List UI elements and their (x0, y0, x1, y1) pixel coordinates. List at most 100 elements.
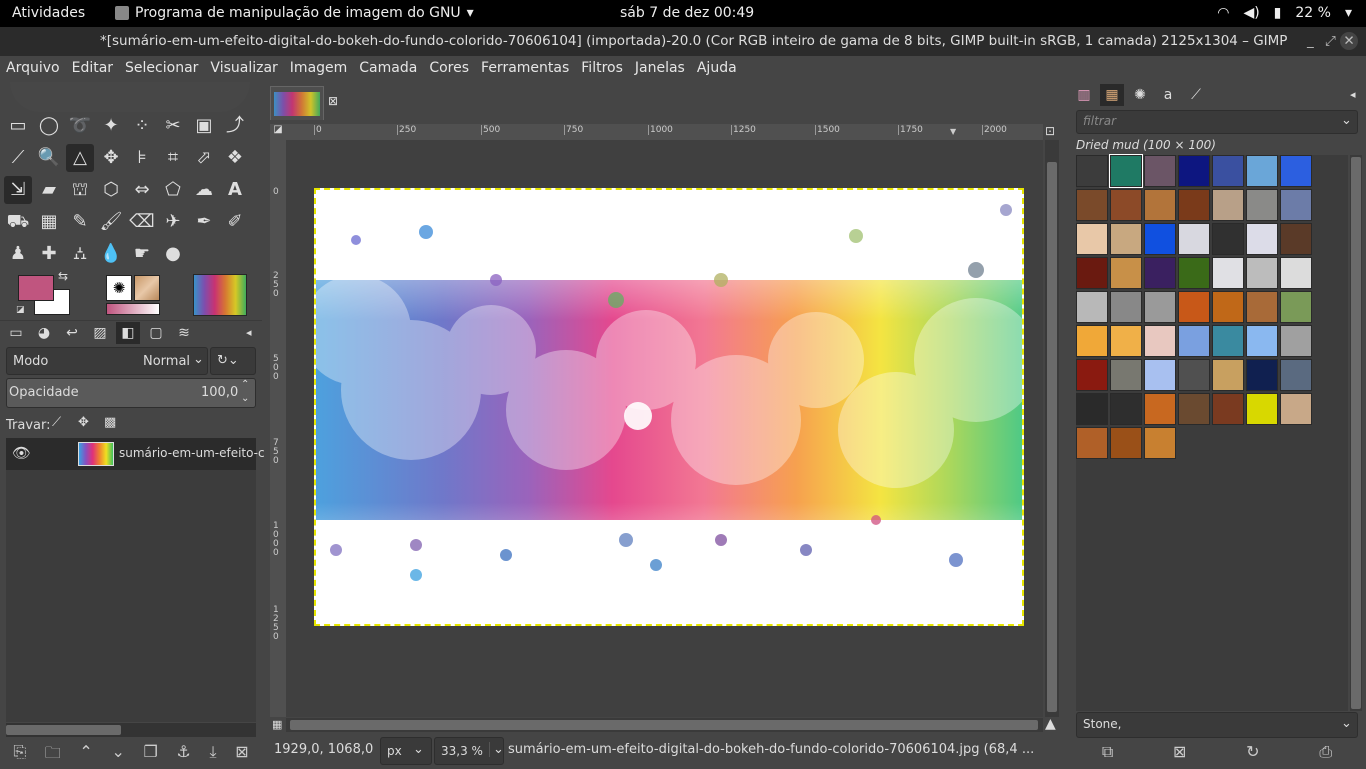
measure-icon[interactable]: △ (66, 144, 94, 172)
images-tab-icon[interactable]: ▨ (88, 322, 112, 344)
menu-janelas[interactable]: Janelas (629, 56, 691, 82)
paths-icon[interactable]: ⤴ (221, 112, 249, 140)
scrollbar-thumb[interactable] (6, 725, 121, 735)
pattern-swatch[interactable] (1246, 155, 1278, 187)
menu-visualizar[interactable]: Visualizar (204, 56, 283, 82)
menu-ferramentas[interactable]: Ferramentas (475, 56, 575, 82)
pattern-swatch[interactable] (1280, 223, 1312, 255)
smudge-icon[interactable]: ☛ (128, 240, 156, 268)
unit-select[interactable]: px ⌄ (380, 737, 432, 765)
pattern-swatch[interactable] (1246, 189, 1278, 221)
pattern-swatch[interactable] (1076, 393, 1108, 425)
pattern-swatch[interactable] (1110, 257, 1142, 289)
pattern-indicator[interactable] (134, 275, 160, 301)
zoom-fit-icon[interactable]: ▲ (1045, 716, 1056, 732)
menu-imagem[interactable]: Imagem (284, 56, 353, 82)
lock-position-icon[interactable]: ✥ (78, 415, 89, 430)
pattern-swatch[interactable] (1280, 189, 1312, 221)
pattern-swatch[interactable] (1246, 257, 1278, 289)
scrollbar-thumb[interactable] (1351, 157, 1361, 709)
pattern-swatch[interactable] (1144, 427, 1176, 459)
pattern-swatch[interactable] (1144, 257, 1176, 289)
pattern-swatch[interactable] (1110, 223, 1142, 255)
pattern-swatch[interactable] (1212, 359, 1244, 391)
pattern-swatch[interactable] (1110, 189, 1142, 221)
spin-down-icon[interactable]: ⌄ (241, 393, 249, 404)
brushes-tab-icon[interactable]: ✺ (1128, 84, 1152, 106)
fonts-tab-icon[interactable]: a (1156, 84, 1180, 106)
image-tab[interactable] (270, 86, 324, 120)
menu-arquivo[interactable]: Arquivo (0, 56, 66, 82)
lock-pixels-icon[interactable]: ⟋ (52, 415, 61, 430)
merge-layer-icon[interactable]: ⤓ (209, 742, 216, 769)
menu-editar[interactable]: Editar (66, 56, 119, 82)
scrollbar-thumb[interactable] (1047, 162, 1057, 712)
lower-layer-icon[interactable]: ⌄ (111, 742, 124, 769)
open-as-image-icon[interactable]: ⧉ (1102, 742, 1113, 762)
ruler-corner[interactable]: ◪ (270, 124, 286, 140)
pattern-swatch[interactable] (1076, 325, 1108, 357)
layer-row[interactable]: 👁 sumário-em-um-efeito-c (6, 438, 265, 470)
image-thumbnail[interactable] (193, 274, 247, 316)
pattern-filter-input[interactable]: filtrar ⌄ (1076, 110, 1358, 134)
scale-icon[interactable]: ⇲ (4, 176, 32, 204)
gradient-indicator[interactable] (106, 303, 160, 315)
bokeh-image[interactable] (314, 188, 1024, 626)
opacity-slider[interactable]: Opacidade 100,0 ⌃ ⌄ (6, 378, 256, 408)
pattern-swatch[interactable] (1246, 359, 1278, 391)
pattern-swatch[interactable] (1212, 155, 1244, 187)
pattern-swatch[interactable] (1212, 257, 1244, 289)
zoom-value[interactable]: 33,3 % (441, 744, 483, 758)
clock[interactable]: sáb 7 de dez 00:49 (620, 5, 754, 21)
pattern-swatch[interactable] (1212, 189, 1244, 221)
new-layer-icon[interactable]: ⎘ (13, 742, 26, 769)
ellipse-select-icon[interactable]: ◯ (35, 112, 63, 140)
menu-selecionar[interactable]: Selecionar (119, 56, 204, 82)
pattern-swatch[interactable] (1110, 359, 1142, 391)
quick-mask-icon[interactable]: ▦ (272, 718, 282, 731)
pattern-swatch[interactable] (1076, 223, 1108, 255)
pattern-swatch[interactable] (1110, 291, 1142, 323)
duplicate-layer-icon[interactable]: ❐ (144, 742, 158, 769)
canvas-viewport[interactable] (286, 140, 1043, 717)
fg-bg-colors[interactable]: ⇆ ◪ (16, 269, 72, 317)
pattern-swatch[interactable] (1178, 291, 1210, 323)
pattern-swatch[interactable] (1280, 393, 1312, 425)
pattern-swatch[interactable] (1076, 359, 1108, 391)
scissors-icon[interactable]: ✂ (159, 112, 187, 140)
delete-layer-icon[interactable]: ⊠ (235, 742, 248, 769)
pattern-swatch[interactable] (1280, 257, 1312, 289)
pattern-swatch[interactable] (1076, 189, 1108, 221)
pattern-swatch[interactable] (1076, 155, 1108, 187)
lasso-icon[interactable]: ➰ (66, 112, 94, 140)
vertical-scrollbar[interactable] (1045, 140, 1059, 717)
pattern-swatch[interactable] (1178, 257, 1210, 289)
pattern-swatch[interactable] (1246, 223, 1278, 255)
pattern-swatch[interactable] (1144, 155, 1176, 187)
zoom-select[interactable]: 33,3 % ⌄ (434, 737, 504, 765)
tool-options-tab-icon[interactable]: ▭ (4, 322, 28, 344)
pattern-swatch[interactable] (1246, 291, 1278, 323)
pattern-swatch[interactable] (1178, 325, 1210, 357)
eraser-icon[interactable]: ⌫ (128, 208, 156, 236)
handle-transform-icon[interactable]: ⛫ (66, 176, 94, 204)
dodge-burn-icon[interactable]: ● (159, 240, 187, 268)
pattern-swatch[interactable] (1144, 325, 1176, 357)
menu-camada[interactable]: Camada (353, 56, 423, 82)
pattern-swatch[interactable] (1178, 359, 1210, 391)
mode-select[interactable]: Modo Normal ⌄ (6, 347, 208, 375)
pattern-swatch[interactable] (1246, 325, 1278, 357)
patterns-tab-icon[interactable]: ▦ (1100, 84, 1124, 106)
device-status-tab-icon[interactable]: ◕ (32, 322, 56, 344)
scrollbar-thumb[interactable] (290, 720, 1038, 730)
pattern-swatch[interactable] (1178, 189, 1210, 221)
pattern-swatch[interactable] (1144, 291, 1176, 323)
smudge-shape-icon[interactable]: ☁ (190, 176, 218, 204)
pattern-swatch[interactable] (1212, 223, 1244, 255)
maximize-icon[interactable]: ⤢ (1325, 33, 1336, 49)
swap-colors-icon[interactable]: ⇆ (58, 269, 68, 283)
pattern-grid-scrollbar[interactable] (1350, 155, 1362, 711)
panel-menu-icon[interactable]: ◂ (1350, 88, 1356, 101)
eye-icon[interactable]: 👁 (12, 444, 31, 462)
pattern-select[interactable]: Stone, ⌄ (1076, 712, 1358, 738)
